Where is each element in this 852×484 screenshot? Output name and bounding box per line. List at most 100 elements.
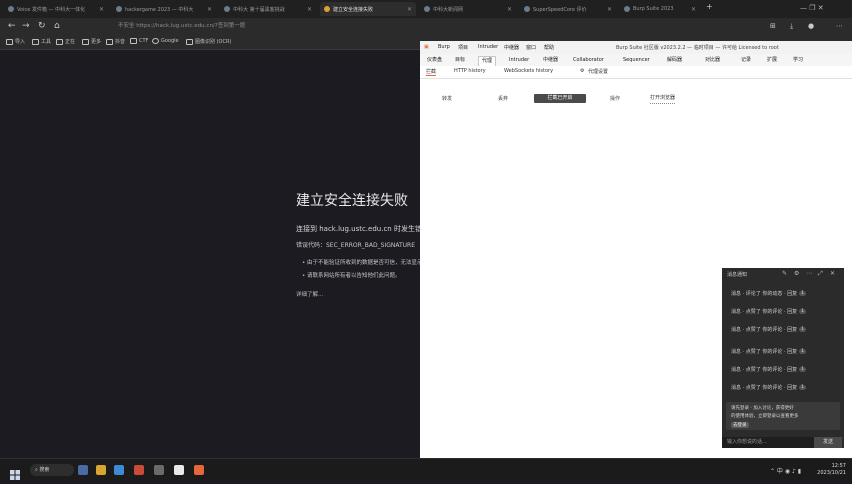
close-icon[interactable]: ✕ — [830, 270, 835, 277]
send-button[interactable]: 发送 — [814, 437, 842, 448]
browser-tab[interactable]: 中科大新闻网 ✕ — [420, 2, 516, 16]
google-icon — [152, 38, 159, 44]
bookmark-label: 更多 — [91, 39, 102, 45]
app-icon[interactable] — [134, 465, 144, 475]
forward-icon[interactable]: → — [22, 21, 30, 31]
close-icon[interactable]: ✕ — [307, 6, 312, 13]
message-input[interactable]: 输入你想说的话… — [722, 437, 814, 448]
browser-tab[interactable]: Voice 发件箱 — 中科大一体化 ✕ — [4, 2, 108, 16]
notification-item[interactable]: 消息 · 点赞了 你的评论 · 回复 1 — [731, 384, 807, 391]
close-icon[interactable]: ✕ — [407, 6, 412, 13]
bookmark-item[interactable]: 抖音 — [106, 38, 125, 45]
notification-item[interactable]: 消息 · 点赞了 你的评论 · 回复 1 — [731, 326, 807, 333]
folder-icon — [82, 38, 89, 45]
bookmark-label: 抖音 — [115, 39, 126, 45]
tab-favicon — [224, 6, 230, 12]
downloads-icon[interactable]: ⤓ — [790, 21, 793, 31]
intercept-toggle-button[interactable]: 拦截已开启 — [534, 94, 586, 103]
menu-icon[interactable]: ⋯ — [836, 21, 843, 31]
bookmark-item[interactable]: 导入 — [6, 38, 25, 45]
tab-learn[interactable]: 学习 — [790, 56, 806, 65]
notification-item[interactable]: 消息 · 点赞了 你的评论 · 回复 1 — [731, 348, 807, 355]
edge-icon[interactable] — [114, 465, 124, 475]
bookmark-item[interactable]: CTF — [130, 38, 148, 44]
browser-tab[interactable]: hackergame 2023 — 中科大 ✕ — [112, 2, 216, 16]
task-view-icon[interactable] — [78, 465, 88, 475]
close-icon[interactable]: ✕ — [607, 6, 612, 13]
tab-logger[interactable]: 记录 — [738, 56, 754, 65]
home-icon[interactable]: ⌂ — [54, 21, 60, 31]
notification-text: 消息 · 点赞了 你的评论 · 回复 — [731, 367, 798, 373]
gear-icon[interactable]: ⚙ — [580, 68, 584, 74]
clock[interactable]: 12:57 2023/10/21 — [817, 463, 846, 477]
profile-icon[interactable]: ● — [808, 21, 814, 31]
menu-item[interactable]: Burp — [438, 44, 450, 50]
count-badge: 1 — [799, 349, 807, 354]
notification-panel: 消息通知 ✎ ⚙ ⋯ ⤢ ✕ 消息 · 评论了 你的动态 · 回复 1 消息 · … — [722, 268, 844, 448]
tab-favicon — [424, 6, 430, 12]
tab-intercept[interactable]: 拦截 — [426, 68, 437, 76]
action-button[interactable]: 操作 — [610, 95, 620, 102]
browser-tab-active[interactable]: 建立安全连接失败 ✕ — [320, 2, 416, 16]
window-controls[interactable]: — ❐ ✕ — [800, 4, 824, 12]
more-icon[interactable]: ⋯ — [806, 270, 812, 277]
menu-item[interactable]: Intruder — [478, 44, 498, 50]
tab-label: 中科大 第十届黑客挑战 — [233, 6, 285, 13]
tab-websockets-history[interactable]: WebSockets history — [504, 68, 553, 74]
drop-button[interactable]: 丢弃 — [498, 95, 508, 102]
reload-icon[interactable]: ↻ — [38, 21, 46, 31]
tab-sequencer[interactable]: Sequencer — [620, 56, 653, 65]
tab-target[interactable]: 目标 — [452, 56, 468, 65]
tab-decoder[interactable]: 解码器 — [664, 56, 685, 65]
bookmark-item[interactable]: 工具 — [32, 38, 51, 45]
settings-icon[interactable]: ⚙ — [794, 270, 799, 277]
bookmark-item[interactable]: 正在 — [56, 38, 75, 45]
bookmark-item[interactable]: 图像识别 (OCR) — [186, 38, 231, 45]
menu-item[interactable]: 帮助 — [544, 44, 554, 51]
notification-text: 消息 · 点赞了 你的评论 · 回复 — [731, 385, 798, 391]
menu-item[interactable]: 窗口 — [526, 44, 536, 51]
notification-item[interactable]: 消息 · 点赞了 你的评论 · 回复 1 — [731, 308, 807, 315]
browser-tab[interactable]: Burp Suite 2023 ✕ — [620, 2, 700, 16]
notification-header: 消息通知 — [727, 272, 748, 278]
tab-proxy[interactable]: 代理 — [478, 56, 497, 66]
edit-icon[interactable]: ✎ — [782, 270, 787, 277]
extensions-icon[interactable]: ⊞ — [770, 21, 776, 31]
tab-comparer[interactable]: 对比器 — [702, 56, 723, 65]
close-icon[interactable]: ✕ — [99, 6, 104, 13]
tab-dashboard[interactable]: 仪表盘 — [424, 56, 445, 65]
close-icon[interactable]: ✕ — [207, 6, 212, 13]
tab-collaborator[interactable]: Collaborator — [570, 56, 607, 65]
close-icon[interactable]: ✕ — [507, 6, 512, 13]
file-explorer-icon[interactable] — [96, 465, 106, 475]
menu-item[interactable]: 项目 — [458, 44, 468, 51]
forward-button[interactable]: 转发 — [442, 95, 452, 102]
burp-title: Burp Suite 社区版 v2023.2.2 — 临时项目 — 许可给 Li… — [616, 45, 779, 51]
burp-icon[interactable] — [194, 465, 204, 475]
login-button[interactable]: 去登录 — [731, 422, 749, 428]
back-icon[interactable]: ← — [8, 21, 16, 31]
expand-icon[interactable]: ⤢ — [818, 270, 823, 278]
notification-item[interactable]: 消息 · 评论了 你的动态 · 回复 1 — [731, 290, 807, 297]
bookmark-item[interactable]: 更多 — [82, 38, 101, 45]
notification-item[interactable]: 消息 · 点赞了 你的评论 · 回复 1 — [731, 366, 807, 373]
tab-repeater[interactable]: 中继器 — [540, 56, 561, 65]
browser-tab[interactable]: SuperSpeedCore 评价 ✕ — [520, 2, 616, 16]
bookmark-item[interactable]: Google — [152, 38, 179, 44]
address-bar[interactable]: 不安全 https://hack.lug.ustc.edu.cn/?签到第一题 — [118, 21, 245, 29]
system-tray[interactable]: ⌃ 中 ◉ ♪ ▮ — [770, 466, 801, 475]
close-icon[interactable]: ✕ — [691, 6, 696, 13]
browser-tab[interactable]: 中科大 第十届黑客挑战 ✕ — [220, 2, 316, 16]
tab-extensions[interactable]: 扩展 — [764, 56, 780, 65]
taskbar-search[interactable]: ⌕ 搜索 — [30, 464, 74, 476]
tab-http-history[interactable]: HTTP history — [454, 68, 486, 74]
new-tab-icon[interactable]: + — [706, 2, 713, 12]
open-browser-button[interactable]: 打开浏览器 — [650, 94, 676, 104]
app-icon[interactable] — [154, 465, 164, 475]
tab-intruder[interactable]: Intruder — [506, 56, 532, 65]
learn-more-link[interactable]: 详细了解… — [296, 290, 324, 298]
menu-item[interactable]: 中继器 — [504, 44, 519, 51]
typora-icon[interactable] — [174, 465, 184, 475]
windows-start-icon[interactable] — [10, 465, 20, 480]
tab-proxy-settings[interactable]: 代理设置 — [588, 68, 608, 75]
